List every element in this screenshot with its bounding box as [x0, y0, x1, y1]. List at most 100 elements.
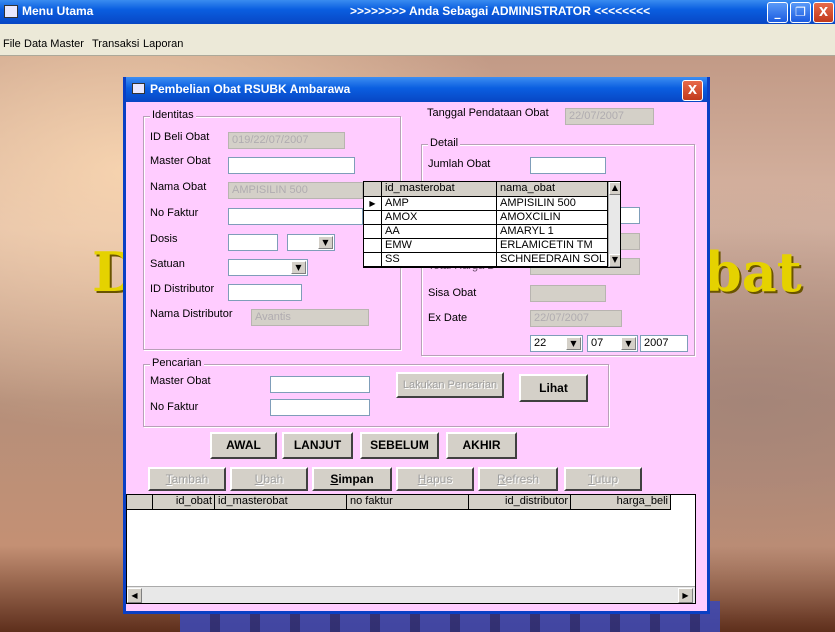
- dialog-title-bar: Pembelian Obat RSUBK Ambarawa X: [126, 77, 707, 102]
- simpan-label: impan: [338, 472, 374, 486]
- lookup-header-nama: nama_obat: [497, 182, 608, 197]
- row-selector[interactable]: [364, 253, 382, 267]
- detail-legend: Detail: [428, 137, 461, 149]
- scroll-left-icon[interactable]: ◀: [127, 588, 142, 603]
- row-selector[interactable]: [364, 211, 382, 225]
- lookup-scrollbar[interactable]: ▲ ▼: [608, 182, 620, 267]
- scroll-down-icon[interactable]: ▼: [609, 254, 620, 267]
- lanjut-button[interactable]: LANJUT: [282, 432, 353, 459]
- sebelum-button[interactable]: SEBELUM: [360, 432, 439, 459]
- harga-field[interactable]: [618, 207, 640, 224]
- main-close-button[interactable]: X: [813, 2, 834, 23]
- no-faktur-label: No Faktur: [150, 207, 199, 219]
- app-icon: [4, 5, 18, 18]
- minimize-button[interactable]: _: [767, 2, 788, 23]
- current-row-indicator-icon: ▶: [364, 197, 382, 211]
- id-distributor-field[interactable]: [228, 284, 302, 301]
- scroll-up-icon[interactable]: ▲: [609, 182, 620, 195]
- menu-transaksi[interactable]: Transaksi: [92, 38, 139, 50]
- master-obat-label: Master Obat: [150, 155, 211, 167]
- scroll-right-icon[interactable]: ▶: [678, 588, 693, 603]
- ubah-accel: U: [254, 472, 264, 486]
- nama-obat-field[interactable]: AMPISILIN 500: [228, 182, 363, 199]
- search-no-faktur-label: No Faktur: [150, 401, 199, 413]
- id-distributor-label: ID Distributor: [150, 283, 215, 295]
- ubah-button[interactable]: Ubah: [230, 467, 308, 491]
- no-faktur-field[interactable]: [228, 208, 363, 225]
- tanggal-label: Tanggal Pendataan Obat: [427, 107, 549, 119]
- dosis-unit-combo[interactable]: ▼: [287, 234, 335, 251]
- dosis-field[interactable]: [228, 234, 278, 251]
- id-beli-obat-field[interactable]: 019/22/07/2007: [228, 132, 345, 149]
- lakukan-pencarian-button[interactable]: Lakukan Pencarian: [396, 372, 504, 398]
- chevron-down-icon[interactable]: ▼: [621, 337, 636, 350]
- nama-distributor-label: Nama Distributor: [150, 308, 233, 320]
- dialog-close-button[interactable]: X: [682, 80, 703, 101]
- sisa-obat-label: Sisa Obat: [428, 287, 477, 299]
- grid-header-id-obat: id_obat: [153, 495, 215, 510]
- menu-laporan[interactable]: Laporan: [143, 38, 183, 50]
- lookup-row[interactable]: AMARYL 1: [497, 225, 608, 239]
- refresh-button[interactable]: Refresh: [478, 467, 558, 491]
- satuan-label: Satuan: [150, 258, 185, 270]
- chevron-down-icon[interactable]: ▼: [318, 236, 333, 249]
- dosis-label: Dosis: [150, 233, 178, 245]
- admin-status-text: >>>>>>>> Anda Sebagai ADMINISTRATOR <<<<…: [350, 4, 651, 18]
- tutup-label: utup: [594, 472, 619, 486]
- lookup-header-id: id_masterobat: [382, 182, 497, 197]
- lookup-row[interactable]: AMOXCILIN: [497, 211, 608, 225]
- grid-horizontal-scrollbar[interactable]: ◀ ▶: [127, 586, 695, 603]
- lookup-row[interactable]: AA: [382, 225, 497, 239]
- nama-distributor-field[interactable]: Avantis: [251, 309, 369, 326]
- sisa-obat-field[interactable]: [530, 285, 606, 302]
- lookup-row[interactable]: AMPISILIN 500: [497, 197, 608, 211]
- simpan-button[interactable]: Simpan: [312, 467, 392, 491]
- pembelian-data-grid: id_obat id_masterobat no faktur id_distr…: [126, 494, 696, 604]
- search-master-obat-label: Master Obat: [150, 375, 211, 387]
- grid-header-harga-beli: harga_beli: [571, 495, 671, 510]
- lookup-row[interactable]: ERLAMICETIN TM: [497, 239, 608, 253]
- jumlah-obat-field[interactable]: [530, 157, 606, 174]
- lookup-row[interactable]: EMW: [382, 239, 497, 253]
- row-selector[interactable]: [364, 239, 382, 253]
- hapus-accel: H: [417, 472, 427, 486]
- ex-date-day-combo[interactable]: 22 ▼: [530, 335, 583, 352]
- harga-satuan-field[interactable]: [618, 233, 640, 250]
- menu-data-master[interactable]: Data Master: [24, 38, 84, 50]
- lookup-row[interactable]: AMOX: [382, 211, 497, 225]
- lookup-row[interactable]: SCHNEEDRAIN SOL: [497, 253, 608, 267]
- awal-button[interactable]: AWAL: [210, 432, 277, 459]
- grid-header-id-masterobat: id_masterobat: [215, 495, 347, 510]
- search-master-obat-input[interactable]: [270, 376, 370, 393]
- akhir-button[interactable]: AKHIR: [446, 432, 517, 459]
- ex-date-month-combo[interactable]: 07 ▼: [587, 335, 638, 352]
- lookup-row[interactable]: SS: [382, 253, 497, 267]
- chevron-down-icon[interactable]: ▼: [566, 337, 581, 350]
- restore-button[interactable]: ❐: [790, 2, 811, 23]
- search-no-faktur-input[interactable]: [270, 399, 370, 416]
- tanggal-field[interactable]: 22/07/2007: [565, 108, 654, 125]
- ubah-label: bah: [263, 472, 284, 486]
- identitas-legend: Identitas: [150, 109, 196, 121]
- row-selector[interactable]: [364, 225, 382, 239]
- ex-date-label: Ex Date: [428, 312, 468, 324]
- background-text-right: bat: [704, 240, 802, 304]
- ex-date-day-value: 22: [534, 337, 547, 349]
- tambah-label: ambah: [171, 472, 209, 486]
- ex-date-field[interactable]: 22/07/2007: [530, 310, 622, 327]
- chevron-down-icon[interactable]: ▼: [291, 261, 306, 274]
- hapus-button[interactable]: Hapus: [396, 467, 474, 491]
- lihat-button[interactable]: Lihat: [519, 374, 588, 402]
- tambah-button[interactable]: Tambah: [148, 467, 226, 491]
- ex-date-year-combo[interactable]: 2007: [640, 335, 688, 352]
- satuan-combo[interactable]: ▼: [228, 259, 308, 276]
- jumlah-obat-label: Jumlah Obat: [428, 158, 491, 170]
- main-title-bar: Menu Utama >>>>>>>> Anda Sebagai ADMINIS…: [0, 0, 835, 24]
- menu-file[interactable]: File: [3, 38, 21, 50]
- lookup-row[interactable]: AMP: [382, 197, 497, 211]
- pencarian-legend: Pencarian: [150, 357, 204, 369]
- hapus-label: apus: [426, 472, 453, 486]
- tutup-button[interactable]: Tutup: [564, 467, 642, 491]
- master-obat-field[interactable]: [228, 157, 355, 174]
- refresh-label: efresh: [505, 472, 540, 486]
